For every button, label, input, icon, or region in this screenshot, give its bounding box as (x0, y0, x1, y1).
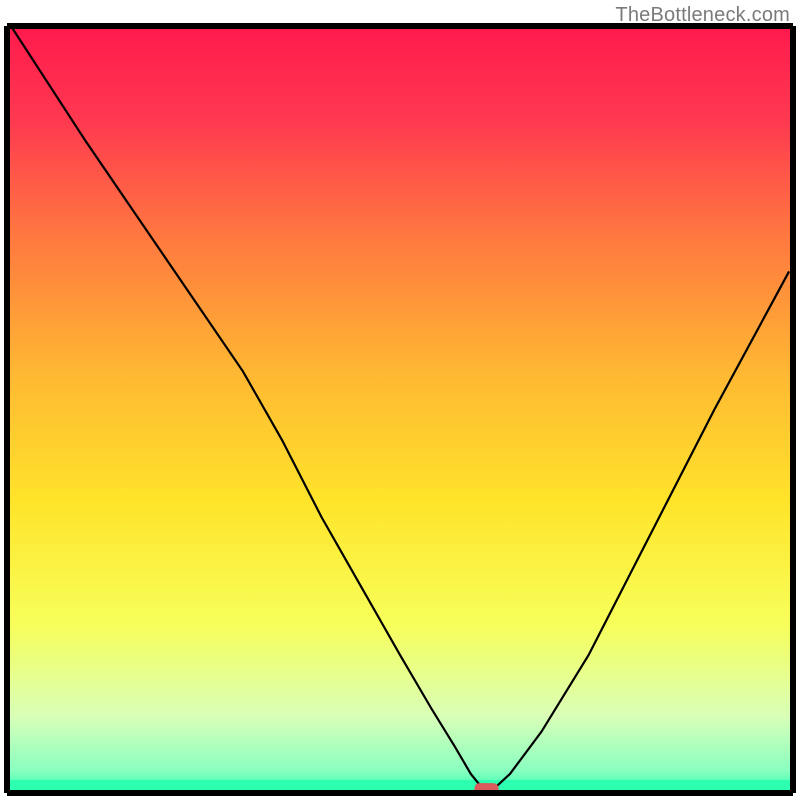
gradient-background (7, 26, 793, 793)
chart-container: TheBottleneck.com (0, 0, 800, 800)
bottleneck-chart (0, 0, 800, 800)
watermark-text: TheBottleneck.com (615, 4, 790, 27)
